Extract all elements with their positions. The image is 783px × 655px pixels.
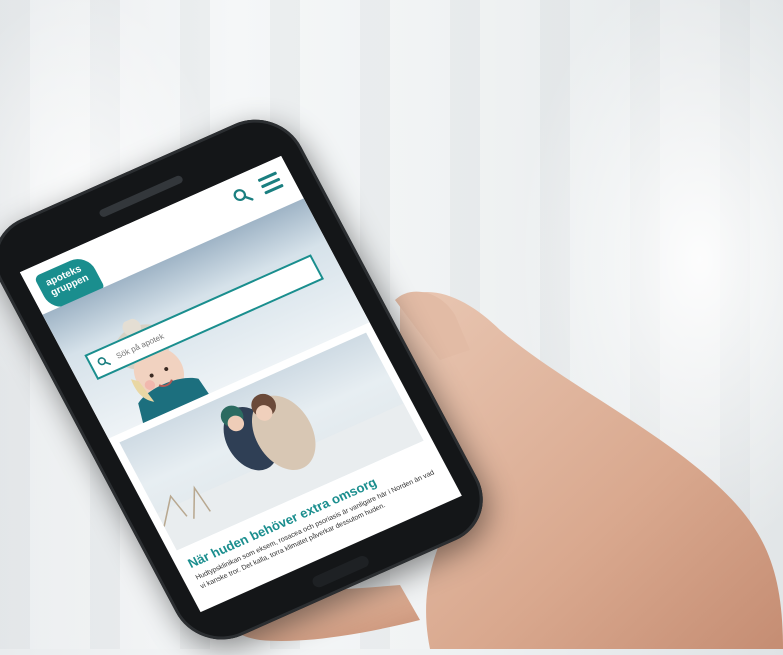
search-icon[interactable]	[230, 184, 255, 207]
hamburger-menu-icon[interactable]	[257, 171, 285, 195]
search-field-icon	[97, 357, 112, 366]
